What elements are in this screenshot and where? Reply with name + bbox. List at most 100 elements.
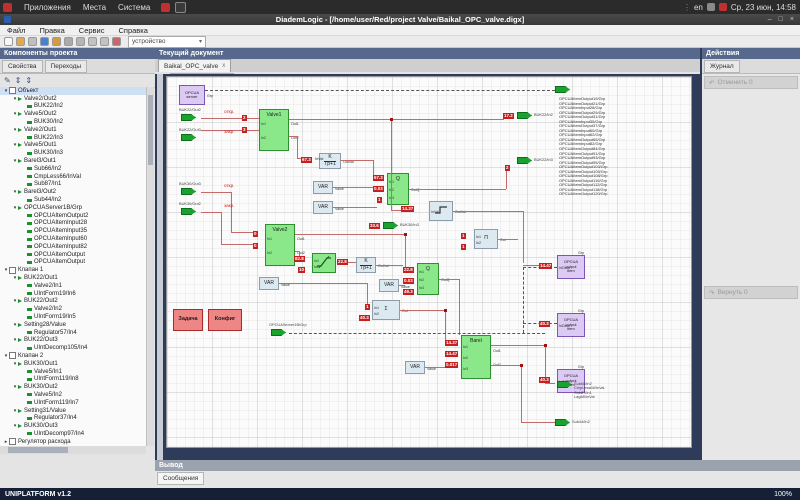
tree-item[interactable]: BUK30/In2	[0, 118, 146, 126]
tree-item[interactable]: ▾BUK22/Out1	[0, 274, 146, 282]
signal-connector[interactable]	[555, 86, 570, 93]
new-file-icon[interactable]	[4, 37, 13, 46]
tree-item[interactable]: Sub44/In2	[0, 196, 146, 204]
tree-item[interactable]: ▾BUK30/Out2	[0, 383, 146, 391]
tray-grip[interactable]: ⋮	[683, 3, 690, 12]
minimize-button[interactable]: –	[768, 16, 772, 23]
tree-vertical-scrollbar[interactable]	[147, 87, 154, 446]
panel-launcher-icon[interactable]	[161, 3, 170, 12]
device-combobox[interactable]: устройство	[128, 36, 206, 48]
tree-item[interactable]: ▾Объект	[0, 87, 146, 95]
tree-item[interactable]: ▾Клапан 1	[0, 266, 146, 274]
redo-icon[interactable]	[64, 37, 73, 46]
tree-item[interactable]: OPCUAItemOutput	[0, 259, 146, 267]
tree-item[interactable]: ▾Barel3/Out1	[0, 157, 146, 165]
tree-item[interactable]: CmpLess66/InVal	[0, 173, 146, 181]
tree-item[interactable]: UIntDecomp97/In4	[0, 430, 146, 438]
desktop-menu-item[interactable]: Система	[112, 3, 156, 12]
viewport-left-scrollbar[interactable]	[157, 74, 163, 460]
tree-checkbox[interactable]	[9, 352, 16, 359]
tree-item[interactable]: ▾Valve5/Out2	[0, 110, 146, 118]
maximize-button[interactable]: □	[779, 16, 783, 23]
tree-item[interactable]: OPCUAItemInput82	[0, 243, 146, 251]
desktop-menu-item[interactable]: Приложения	[18, 3, 77, 12]
tree-item[interactable]: UIntForm119/In8	[0, 375, 146, 383]
copy-icon[interactable]	[88, 37, 97, 46]
var-block[interactable]: VARValue	[259, 277, 279, 290]
sum-block[interactable]: ΣIn1In2Out	[372, 300, 400, 320]
undo-icon[interactable]	[52, 37, 61, 46]
tree-item[interactable]: ▾BUK22/Out2	[0, 298, 146, 306]
signal-connector[interactable]	[555, 419, 570, 426]
tree-item[interactable]: ▾Valve5/Out1	[0, 142, 146, 150]
tree-item[interactable]: UIntForm19/In5	[0, 313, 146, 321]
signal-connector[interactable]	[271, 329, 286, 336]
transfer-fn-block[interactable]: KTp+1OutVal	[356, 257, 376, 273]
canvas-sheet[interactable]: OPCUAserverGrpValve1In1In2Out1Out2KTp+1O…	[166, 76, 692, 448]
tree-item[interactable]: BUK22/In3	[0, 134, 146, 142]
sync-device-icon[interactable]	[40, 37, 49, 46]
valve2-block[interactable]: Valve2In1In2Out1Out2	[265, 224, 295, 266]
signal-connector[interactable]	[517, 157, 532, 164]
tree-item[interactable]: BUK22/In2	[0, 103, 146, 111]
tree-item[interactable]: ▾Клапан 2	[0, 352, 146, 360]
tree-item[interactable]: BUK30/In3	[0, 149, 146, 157]
tree-item[interactable]: ▾OPCUAServer1B/Grp	[0, 204, 146, 212]
tree-horizontal-scrollbar[interactable]	[0, 446, 146, 454]
var-block[interactable]: VARValue	[313, 201, 333, 214]
tree-item[interactable]: Valve2/In1	[0, 282, 146, 290]
barel-block[interactable]: BarelIn1In2In3Out1Out2	[461, 335, 491, 379]
tree-item[interactable]: ▾Barel3/Out2	[0, 188, 146, 196]
tab-journal[interactable]: Журнал	[704, 60, 740, 73]
signal-connector[interactable]	[181, 188, 196, 195]
var-block[interactable]: VARValue	[405, 361, 425, 374]
tree-item[interactable]: OPCUAItemInput35	[0, 227, 146, 235]
open-folder-icon[interactable]	[16, 37, 25, 46]
tree-item[interactable]: ▾Setting31/Value	[0, 407, 146, 415]
cut-icon[interactable]	[76, 37, 85, 46]
signal-connector[interactable]	[181, 208, 196, 215]
menu-item[interactable]: Правка	[32, 26, 71, 35]
tree-item[interactable]: OPCUAItemInput60	[0, 235, 146, 243]
tree-item[interactable]: Regulator57/In4	[0, 329, 146, 337]
opcua-output-item-block[interactable]: OPCUAoutputitemInDataGrp	[557, 313, 585, 337]
tree-item[interactable]: Valve5/In2	[0, 391, 146, 399]
opcua-output-item-block[interactable]: OPCUAoutputitemInDataGrp	[557, 255, 585, 279]
volume-icon[interactable]	[707, 3, 715, 11]
tree-item[interactable]: UIntDecomp105/In4	[0, 344, 146, 352]
menu-item[interactable]: Файл	[0, 26, 32, 35]
edit-pencil-icon[interactable]: ✎	[4, 76, 11, 85]
redo-action-row[interactable]: ↷ Вернуть 0	[704, 286, 798, 299]
tab-close-icon[interactable]: x	[222, 63, 225, 69]
tree-checkbox[interactable]	[9, 267, 16, 274]
undo-action-row[interactable]: ↶ Отменить 0	[704, 76, 798, 89]
task-block[interactable]: Задача	[173, 309, 203, 331]
tree-item[interactable]: OPCUAItemOutput	[0, 251, 146, 259]
tree-checkbox[interactable]	[9, 87, 16, 94]
tree-item[interactable]: ▾Valve2/Out2	[0, 95, 146, 103]
tab-transitions[interactable]: Переходы	[45, 60, 88, 73]
sort-up-down-icon[interactable]: ⇕	[15, 76, 22, 85]
network-icon[interactable]	[719, 3, 727, 11]
tree-item[interactable]: ▾BUK22/Out3	[0, 337, 146, 345]
save-icon[interactable]	[28, 37, 37, 46]
tab-messages[interactable]: Сообщения	[157, 472, 204, 485]
config-block[interactable]: Конфиг	[208, 309, 242, 331]
clock[interactable]: Ср, 23 июн, 14:58	[731, 3, 796, 12]
tree-item[interactable]: Sub66/In2	[0, 165, 146, 173]
zoom-level[interactable]: 100%	[774, 491, 800, 498]
tree-item[interactable]: UIntForm119/In7	[0, 399, 146, 407]
tree-item[interactable]: ▾BUK30/Out3	[0, 422, 146, 430]
keyboard-layout-indicator[interactable]: en	[694, 3, 703, 12]
tree-item[interactable]: ▸Регулятор расхода	[0, 438, 146, 446]
sort-down-up-icon[interactable]: ⇕	[25, 76, 32, 85]
menu-item[interactable]: Справка	[111, 26, 154, 35]
tree-item[interactable]: ▾Valve2/Out1	[0, 126, 146, 134]
close-button[interactable]: ×	[790, 16, 794, 23]
tree-item[interactable]: ▾BUK30/Out1	[0, 360, 146, 368]
desktop-menu-item[interactable]: Места	[77, 3, 112, 12]
valve1-block[interactable]: Valve1In1In2Out1Out2	[259, 109, 289, 151]
document-tab[interactable]: Baikal_OPC_valve x	[158, 59, 231, 72]
signal-connector[interactable]	[517, 112, 532, 119]
tree-item[interactable]: OPCUAItemOutput2	[0, 212, 146, 220]
